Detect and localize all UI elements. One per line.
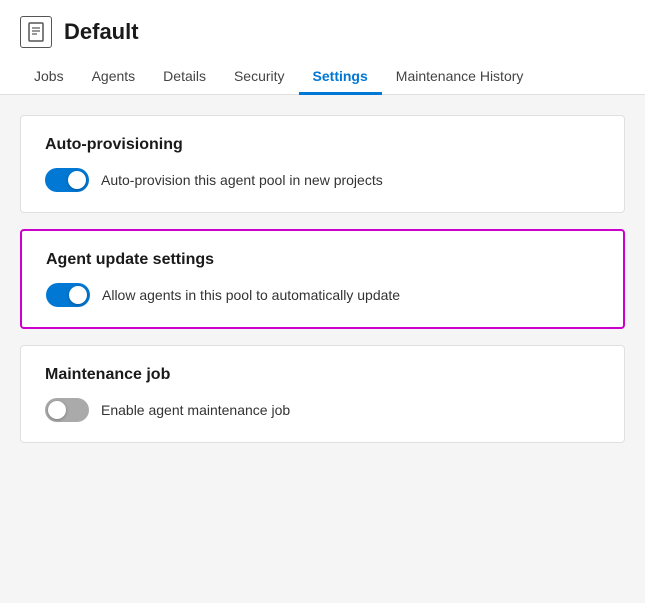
tab-security[interactable]: Security xyxy=(220,60,299,95)
maintenance-job-toggle-label: Enable agent maintenance job xyxy=(101,402,290,418)
tab-jobs[interactable]: Jobs xyxy=(20,60,78,95)
agent-update-toggle-label: Allow agents in this pool to automatical… xyxy=(102,287,400,303)
tab-settings[interactable]: Settings xyxy=(299,60,382,95)
tab-details[interactable]: Details xyxy=(149,60,220,95)
auto-provisioning-title: Auto-provisioning xyxy=(45,136,600,154)
auto-provisioning-toggle-label: Auto-provision this agent pool in new pr… xyxy=(101,172,383,188)
maintenance-job-title: Maintenance job xyxy=(45,366,600,384)
agent-update-settings-card: Agent update settings Allow agents in th… xyxy=(20,229,625,329)
auto-provisioning-toggle-row: Auto-provision this agent pool in new pr… xyxy=(45,168,600,192)
agent-update-toggle-row: Allow agents in this pool to automatical… xyxy=(46,283,599,307)
tab-maintenance-history[interactable]: Maintenance History xyxy=(382,60,538,95)
agent-update-toggle-thumb xyxy=(69,286,87,304)
tab-agents[interactable]: Agents xyxy=(78,60,150,95)
auto-provisioning-toggle-thumb xyxy=(68,171,86,189)
title-row: Default xyxy=(20,16,625,48)
page-title: Default xyxy=(64,19,139,45)
maintenance-job-card: Maintenance job Enable agent maintenance… xyxy=(20,345,625,443)
nav-tabs-container: Jobs Agents Details Security Settings Ma… xyxy=(20,60,625,94)
main-content: Auto-provisioning Auto-provision this ag… xyxy=(0,95,645,463)
auto-provisioning-toggle[interactable] xyxy=(45,168,89,192)
page-header: Default Jobs Agents Details Security Set… xyxy=(0,0,645,95)
maintenance-job-toggle-thumb xyxy=(48,401,66,419)
nav-tabs-list: Jobs Agents Details Security Settings Ma… xyxy=(20,60,625,94)
maintenance-job-toggle[interactable] xyxy=(45,398,89,422)
maintenance-job-toggle-row: Enable agent maintenance job xyxy=(45,398,600,422)
pool-icon xyxy=(20,16,52,48)
auto-provisioning-card: Auto-provisioning Auto-provision this ag… xyxy=(20,115,625,213)
agent-update-settings-title: Agent update settings xyxy=(46,251,599,269)
agent-update-toggle[interactable] xyxy=(46,283,90,307)
